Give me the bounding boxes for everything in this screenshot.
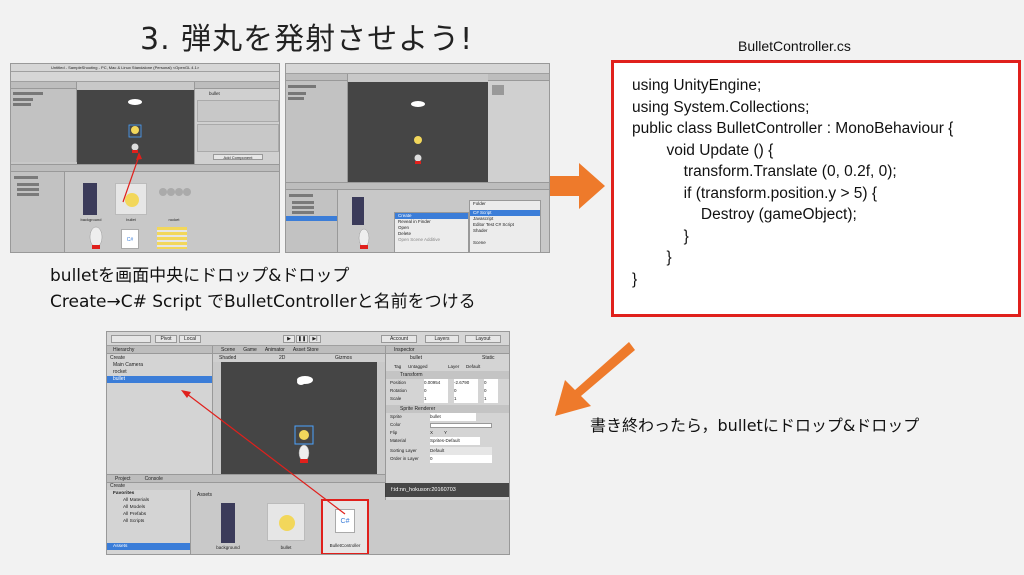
code-line: public class BulletController : MonoBeha… — [632, 120, 954, 137]
rocket-icon — [352, 227, 376, 251]
drag-arrow-line — [122, 152, 142, 203]
code-box: using UnityEngine; using System.Collecti… — [611, 60, 1021, 317]
arrow-right-icon — [545, 163, 605, 209]
code-line: Destroy (gameObject); — [632, 206, 857, 223]
caption-left: bulletを画面中央にドロップ&ドロップ Create→C# Script で… — [50, 263, 476, 315]
menu-item-folder[interactable]: Folder — [470, 201, 540, 207]
code-line: transform.Translate (0, 0.2f, 0); — [632, 163, 897, 180]
code-line: } — [632, 270, 638, 288]
code-line: } — [632, 227, 689, 245]
asset-background-thumb[interactable] — [352, 197, 364, 225]
screenshot-create-script: Create Reveal in Finder Open Delete Open… — [285, 63, 550, 253]
caption-left-line2: Create→C# Script でBulletControllerと名前をつけ… — [50, 292, 476, 312]
code-line: } — [632, 249, 672, 266]
scene-view[interactable] — [348, 82, 488, 182]
toolbar — [286, 64, 549, 74]
submenu-create: Folder C# Script Javascript Editor Test … — [469, 200, 541, 252]
drag-arrow-line — [181, 390, 346, 515]
code-filename: BulletController.cs — [738, 38, 851, 54]
code-line: if (transform.position.y > 5) { — [632, 184, 878, 202]
arrow-down-left-icon — [555, 342, 635, 416]
screenshot-sprite-drop: Untitled - SampleShooting - PC, Mac & Li… — [10, 63, 280, 253]
caption-right: 書き終わったら，bulletにドロップ&ドロップ — [590, 416, 920, 435]
menu-item-open-scene-additive[interactable]: Open Scene Additive — [395, 237, 468, 243]
menu-item-shader[interactable]: Shader — [470, 228, 540, 234]
hierarchy-panel — [286, 74, 348, 182]
code-line: using UnityEngine; — [632, 77, 762, 94]
code-line: void Update () { — [632, 141, 774, 159]
caption-left-line1: bulletを画面中央にドロップ&ドロップ — [50, 266, 350, 286]
menu-item-scene[interactable]: Scene — [470, 240, 540, 246]
inspector-panel — [488, 74, 549, 182]
slide-title: 3. 弾丸を発射させよう! — [140, 22, 474, 57]
screenshot-attach-script: Pivot Local ▶ ❚❚ ▶| Account Layers Layou… — [106, 331, 510, 555]
context-menu: Create Reveal in Finder Open Delete Open… — [394, 212, 469, 252]
code-line: using System.Collections; — [632, 98, 810, 116]
